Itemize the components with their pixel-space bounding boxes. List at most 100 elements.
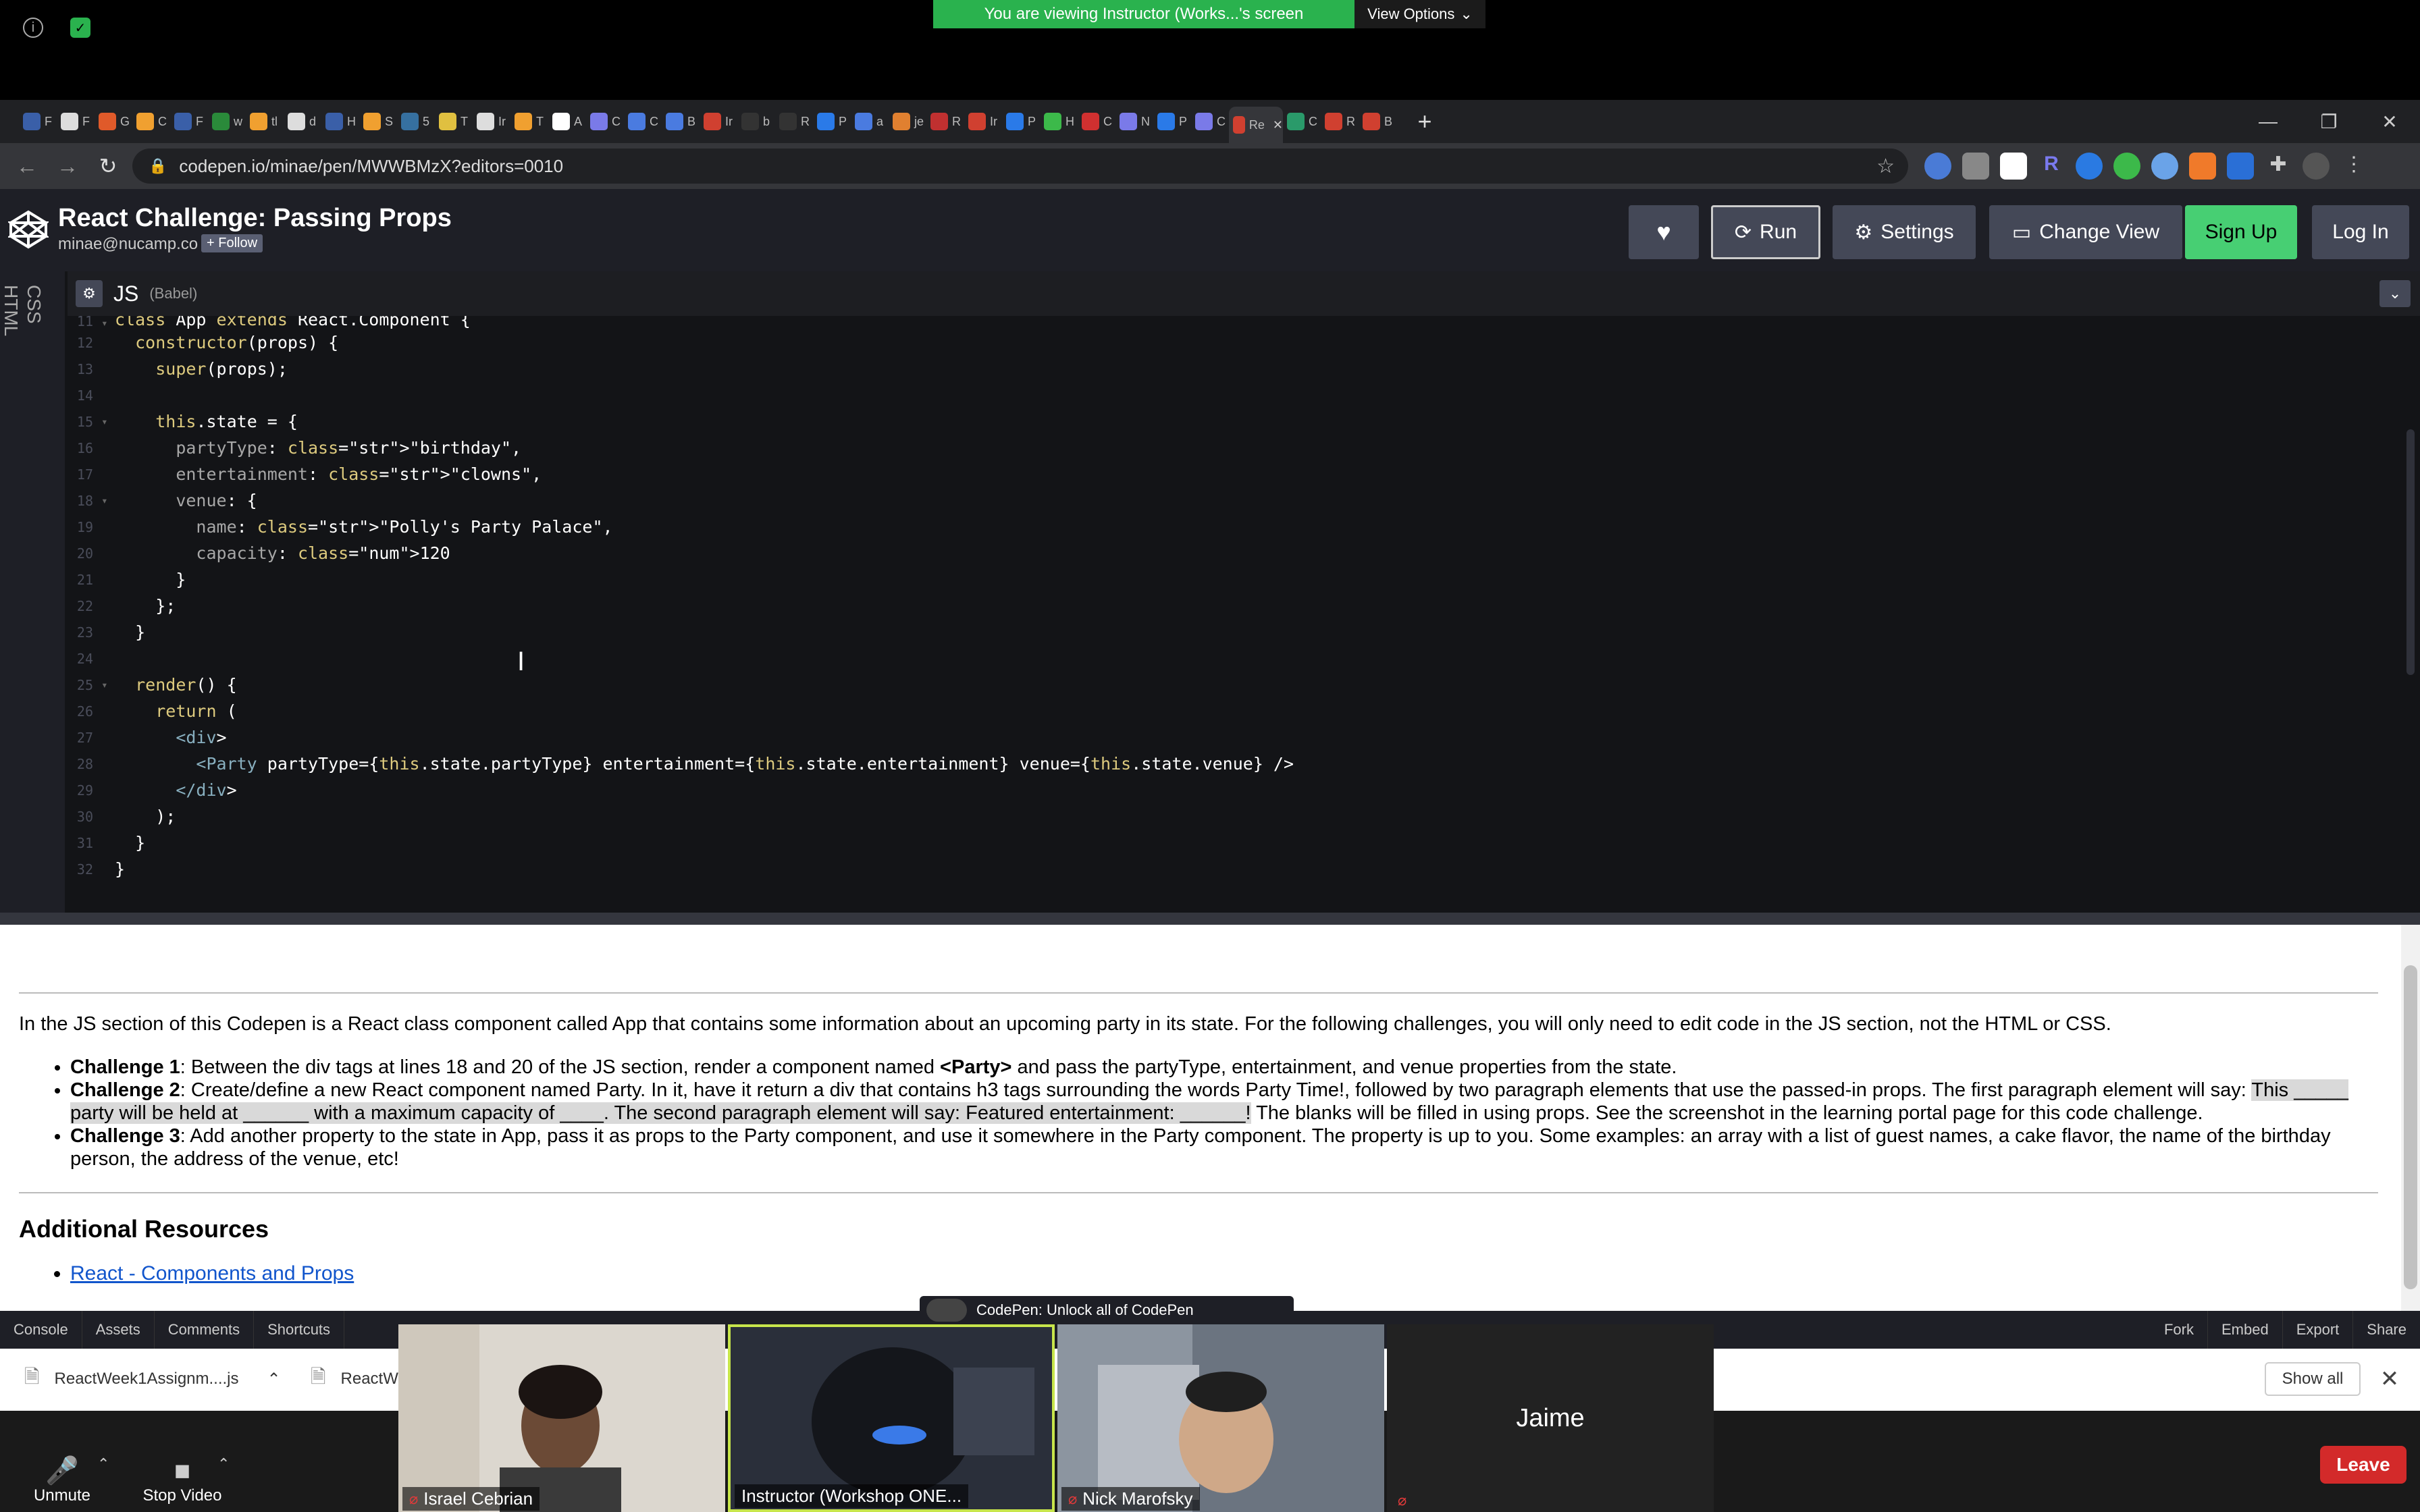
extension-icon[interactable] xyxy=(1962,153,1989,180)
browser-tab[interactable]: B xyxy=(662,107,700,136)
browser-tab[interactable]: P xyxy=(1002,107,1040,136)
browser-tab[interactable]: T xyxy=(435,107,473,136)
browser-tab[interactable]: N xyxy=(1115,107,1153,136)
shield-check-icon[interactable]: ✓ xyxy=(70,18,90,38)
browser-tab[interactable]: R xyxy=(775,107,813,136)
share-button[interactable]: Share xyxy=(2353,1311,2420,1349)
comments-button[interactable]: Comments xyxy=(155,1311,255,1349)
browser-tab[interactable]: B xyxy=(1359,107,1396,136)
browser-tab[interactable]: Re ✕ xyxy=(1229,107,1283,143)
browser-tab[interactable]: C xyxy=(1283,107,1321,136)
browser-tab[interactable]: je xyxy=(889,107,926,136)
editor-resize-handle[interactable] xyxy=(0,913,2420,926)
stop-video-button[interactable]: ■ Stop Video xyxy=(134,1451,231,1505)
browser-tab[interactable]: F xyxy=(57,107,95,136)
sign-up-button[interactable]: Sign Up xyxy=(2185,205,2297,259)
chevron-up-icon[interactable]: ⌃ xyxy=(97,1455,109,1473)
minimize-icon[interactable]: — xyxy=(2238,100,2298,143)
browser-tab[interactable]: tl xyxy=(246,107,284,136)
forward-arrow-icon[interactable]: → xyxy=(51,150,84,182)
heart-button[interactable]: ♥ xyxy=(1629,205,1699,259)
browser-tab[interactable]: Ir xyxy=(964,107,1002,136)
run-button[interactable]: ⟳ Run xyxy=(1711,205,1820,259)
video-tile[interactable]: ⌀ Nick Marofsky xyxy=(1057,1324,1384,1512)
browser-tab[interactable]: d xyxy=(284,107,321,136)
view-options-button[interactable]: View Options ⌄ xyxy=(1354,0,1485,28)
browser-tab[interactable]: 5 xyxy=(397,107,435,136)
codepen-promo[interactable]: CodePen: Unlock all of CodePen xyxy=(920,1296,1294,1324)
extension-icon[interactable]: R xyxy=(2038,153,2065,180)
download-item[interactable]: 🗎 ReactW xyxy=(311,1362,398,1396)
new-tab-button[interactable]: + xyxy=(1410,107,1440,136)
assets-button[interactable]: Assets xyxy=(82,1311,155,1349)
browser-tab[interactable]: F xyxy=(19,107,57,136)
extension-icon[interactable] xyxy=(2000,153,2027,180)
tab-close-icon[interactable]: ✕ xyxy=(1273,118,1283,132)
extension-icon[interactable] xyxy=(2151,153,2178,180)
shortcuts-button[interactable]: Shortcuts xyxy=(254,1311,345,1349)
extension-icon[interactable] xyxy=(2227,153,2254,180)
fork-button[interactable]: Fork xyxy=(2151,1311,2208,1349)
console-button[interactable]: Console xyxy=(0,1311,82,1349)
address-bar[interactable]: 🔒 codepen.io/minae/pen/MWWBMzX?editors=0… xyxy=(132,148,1908,184)
extension-icon[interactable] xyxy=(2113,153,2140,180)
bookmark-star-icon[interactable]: ☆ xyxy=(1876,155,1895,178)
avatar[interactable] xyxy=(2303,153,2330,180)
browser-tab[interactable]: C xyxy=(1078,107,1115,136)
reload-icon[interactable]: ↻ xyxy=(92,150,124,182)
puzzle-icon[interactable]: ✚ xyxy=(2265,153,2292,180)
browser-tab[interactable]: S xyxy=(359,107,397,136)
code-editor[interactable]: 11 ▾ class App extends React.Component {12… xyxy=(68,316,2404,914)
browser-tab[interactable]: H xyxy=(1040,107,1078,136)
log-in-button[interactable]: Log In xyxy=(2312,205,2409,259)
resource-link[interactable]: React - Components and Props xyxy=(70,1262,354,1285)
extension-icon[interactable] xyxy=(1924,153,1951,180)
editor-scrollbar[interactable] xyxy=(2406,429,2415,675)
leave-button[interactable]: Leave xyxy=(2320,1446,2406,1484)
fold-arrow-icon[interactable]: ▾ xyxy=(101,317,115,329)
fold-arrow-icon[interactable]: ▾ xyxy=(101,494,115,507)
browser-tab[interactable]: C xyxy=(1191,107,1229,136)
show-all-button[interactable]: Show all xyxy=(2265,1362,2361,1396)
video-tile[interactable]: ⌀ Israel Cebrian xyxy=(398,1324,725,1512)
browser-tab[interactable]: C xyxy=(586,107,624,136)
fold-arrow-icon[interactable]: ▾ xyxy=(101,678,115,691)
back-arrow-icon[interactable]: ← xyxy=(11,150,43,182)
embed-button[interactable]: Embed xyxy=(2208,1311,2283,1349)
browser-tab[interactable]: A xyxy=(548,107,586,136)
browser-tab[interactable]: w xyxy=(208,107,246,136)
browser-tab[interactable]: H xyxy=(321,107,359,136)
editor-settings-gear-icon[interactable]: ⚙ xyxy=(76,280,103,307)
browser-tab[interactable]: C xyxy=(624,107,662,136)
fold-arrow-icon[interactable]: ▾ xyxy=(101,415,115,428)
browser-tab[interactable]: R xyxy=(1321,107,1359,136)
browser-tab[interactable]: Ir xyxy=(700,107,737,136)
browser-tab[interactable]: b xyxy=(737,107,775,136)
browser-tab[interactable]: P xyxy=(813,107,851,136)
browser-tab[interactable]: a xyxy=(851,107,889,136)
preview-scrollbar-thumb[interactable] xyxy=(2404,965,2417,1289)
settings-button[interactable]: ⚙ Settings xyxy=(1833,205,1976,259)
css-editor-tab[interactable]: CSS xyxy=(23,285,45,324)
kebab-menu-icon[interactable]: ⋮ xyxy=(2340,153,2367,180)
browser-tab[interactable]: R xyxy=(926,107,964,136)
download-item[interactable]: 🗎 ReactWeek1Assignm....js ⌃ xyxy=(24,1362,281,1396)
video-tile[interactable]: Jaime ⌀ xyxy=(1387,1324,1714,1512)
chevron-up-icon[interactable]: ⌃ xyxy=(217,1455,230,1473)
pen-author[interactable]: minae@nucamp.co xyxy=(58,235,198,254)
browser-tab[interactable]: F xyxy=(170,107,208,136)
extension-icon[interactable] xyxy=(2189,153,2216,180)
browser-tab[interactable]: C xyxy=(132,107,170,136)
follow-button[interactable]: + Follow xyxy=(201,234,263,252)
html-editor-tab[interactable]: HTML xyxy=(0,285,22,336)
browser-tab[interactable]: Ir xyxy=(473,107,510,136)
browser-tab[interactable]: P xyxy=(1153,107,1191,136)
extension-icon[interactable] xyxy=(2076,153,2103,180)
browser-tab[interactable]: T xyxy=(510,107,548,136)
video-tile-active-speaker[interactable]: Instructor (Workshop ONE... xyxy=(728,1324,1055,1512)
unmute-button[interactable]: 🎤 Unmute xyxy=(15,1451,109,1505)
editor-collapse-chevron-icon[interactable]: ⌄ xyxy=(2379,280,2411,307)
change-view-button[interactable]: ▭ Change View xyxy=(1989,205,2182,259)
close-icon[interactable]: ✕ xyxy=(2373,1362,2406,1396)
restore-icon[interactable]: ❐ xyxy=(2298,100,2359,143)
